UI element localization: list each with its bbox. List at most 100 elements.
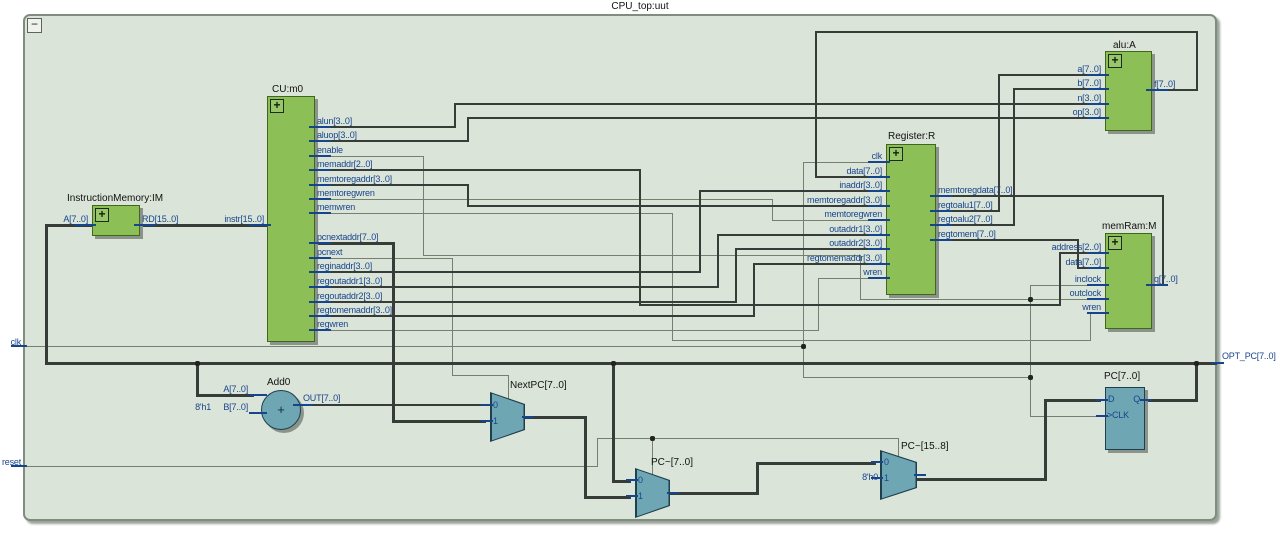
net-regtoalu1 [998,74,1091,76]
mux-pc-15-8--in1-label: 1 [884,473,889,483]
mux-pc-7-0--label: PC~[7..0] [651,457,693,468]
block-register-r-output-label: regtoalu1[7..0] [938,200,993,210]
net-pc-q [1195,362,1198,402]
net-pcnextaddr [392,242,395,423]
block-cu-m0-output-stub [309,315,331,317]
net-regoutaddr2 [312,301,737,303]
net-memtoregwren [772,199,773,221]
flipflop-d-stub [1096,399,1108,401]
block-register-r-input-stub [868,219,890,221]
block-cu-m0-output-stub [309,140,331,142]
block-memram-m-input-label: address[2..0] [1052,242,1101,252]
net-pc-bus [45,224,48,365]
block-alu-a-output-label: f[7..0] [1154,79,1175,89]
block-register-r-output-stub [930,224,952,226]
block-memram-m-input-stub [1087,284,1109,286]
block-alu-a-expander-icon[interactable]: + [1108,54,1122,68]
schematic-canvas: CPU_top:uut − +InstructionMemory:IMA[7..… [0,0,1280,536]
block-cu-m0-expander-icon[interactable]: + [270,99,284,113]
block-alu-a-input-stub [1087,74,1109,76]
net-regoutaddr2 [735,248,737,303]
net-aluop [312,140,469,142]
mux-pc-7-0--in0-label: 0 [638,475,643,485]
mux-nextpc-7-0--in0-label: 0 [493,400,498,410]
block-instructionmemory-im-title: InstructionMemory:IM [67,193,163,204]
block-register-r[interactable] [886,144,936,295]
block-memram-m-input-label: inclock [1075,274,1101,284]
block-register-r-input-stub [868,161,890,163]
flipflop-pin-q: Q [1133,394,1140,404]
block-register-r-input-label: outaddr2[3..0] [829,238,882,248]
flipflop-q-stub [1140,399,1152,401]
adder-add0[interactable]: + [261,390,301,430]
flipflop-pin-clk: >CLK [1107,410,1129,420]
block-cu-m0-output-label: regoutaddr1[3..0] [317,276,382,286]
block-register-r-output-label: regtomem[7..0] [938,229,996,239]
mux-nextpc-7-0--in0-stub [481,404,493,406]
block-register-r-output-stub [930,210,952,212]
adder-output-stub [293,404,313,406]
collapse-icon[interactable]: − [27,18,42,33]
block-cu-m0-output-stub [309,198,331,200]
net-memtoregaddr [467,205,872,207]
block-memram-m-input-label: data[7..0] [1065,257,1101,267]
block-cu-m0-output-label: reginaddr[3..0] [317,261,372,271]
net-pcnext [508,375,509,399]
flipflop-pc-title: PC[7..0] [1104,371,1140,382]
net-pcnextaddr [392,420,486,423]
mux-nextpc-7-0--in1-label: 1 [493,416,498,426]
wire-junction-dot [195,361,200,366]
net-alu-f [815,31,817,178]
net-nextpc-out [584,416,587,499]
block-instructionmemory-im-input-stub [74,224,96,226]
block-alu-a-input-stub [1087,88,1109,90]
block-register-r-expander-icon[interactable]: + [889,147,903,161]
block-cu-m0-output-label: pcnext [317,247,342,257]
block-register-r-output-stub [930,239,952,241]
net-regwren [313,330,819,331]
block-instructionmemory-im-expander-icon[interactable]: + [95,208,109,222]
block-memram-m-output-label: q[7..0] [1154,274,1178,284]
net-alu-f [1196,31,1198,91]
net-regtoalu2 [1013,88,1015,226]
net-memwren [672,213,673,341]
adder-output-label: OUT[7..0] [303,393,340,403]
block-memram-m-expander-icon[interactable]: + [1108,236,1122,250]
net-reset [652,438,653,475]
adder-input-a-stub [249,394,267,396]
block-cu-m0-output-label: memaddr[2..0] [317,159,372,169]
block-alu-a-output-stub [1146,89,1168,91]
net-memtoregaddr [312,184,469,186]
net-aluop [467,117,469,142]
top-module-frame[interactable] [23,14,1217,521]
block-cu-m0-output-stub [309,126,331,128]
net-reset [597,438,598,467]
block-register-r-input-label: inaddr[3..0] [839,180,882,190]
block-alu-a-title: alu:A [1113,40,1136,51]
block-register-r-output-label: memtoregdata[7..0] [938,185,1012,195]
net-mem-q [1162,195,1164,286]
block-alu-a-input-stub [1087,117,1109,119]
block-register-r-input-stub [868,263,890,265]
block-cu-m0-output-stub [309,271,331,273]
block-memram-m-input-stub [1087,312,1109,314]
mux-pc-15-8--label: PC~[15..8] [901,441,949,452]
block-cu-m0-output-label: memwren [317,202,355,212]
adder-add0-title: Add0 [267,377,290,388]
block-cu-m0-output-stub [309,242,331,244]
block-cu-m0-output-label: alun[3..0] [317,116,352,126]
block-cu-m0-output-label: regwren [317,319,348,329]
block-cu-m0[interactable] [267,96,315,342]
net-enable [423,255,861,256]
net-regoutaddr2 [735,248,872,250]
pin-opt-pc-label: OPT_PC[7..0] [1222,351,1276,361]
net-pc-to-adder [196,362,199,397]
block-register-r-input-stub [868,234,890,236]
block-register-r-title: Register:R [888,131,935,142]
wire-junction-dot [1028,297,1033,302]
net-memtoregwren [772,220,872,221]
net-clk [23,346,804,347]
block-alu-a-input-label: n[3..0] [1077,93,1101,103]
block-register-r-input-stub [868,190,890,192]
net-pc-to-mux0 [612,362,615,483]
